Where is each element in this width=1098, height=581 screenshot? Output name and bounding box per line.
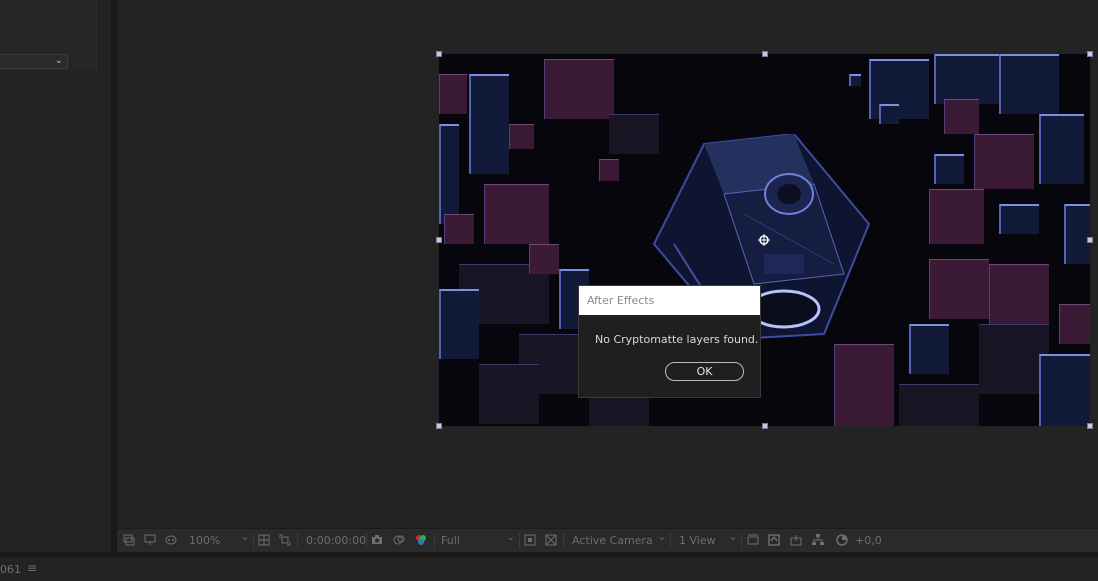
render-cube bbox=[509, 124, 534, 149]
exposure-value[interactable]: +0,0 bbox=[855, 533, 882, 549]
render-cube bbox=[1039, 354, 1090, 426]
render-cube bbox=[934, 54, 1004, 104]
render-cube bbox=[484, 184, 549, 244]
fast-draft-icon[interactable] bbox=[768, 534, 780, 546]
menu-icon[interactable]: ≡ bbox=[27, 561, 37, 575]
region-of-interest-icon[interactable] bbox=[279, 534, 291, 546]
render-cube bbox=[909, 324, 949, 374]
camera-value: Active Camera bbox=[572, 534, 653, 547]
dialog-message: No Cryptomatte layers found. bbox=[595, 333, 759, 346]
timecode-field[interactable]: 0:00:00:00 bbox=[297, 533, 367, 549]
render-cube bbox=[444, 214, 474, 244]
fast-previews-icon[interactable] bbox=[524, 534, 536, 546]
render-cube bbox=[469, 74, 509, 174]
resolution-dropdown[interactable]: Full ⌄ bbox=[434, 532, 520, 549]
render-cube bbox=[1064, 204, 1090, 264]
chevron-down-icon: ⌄ bbox=[54, 55, 63, 66]
timecode-value: 0:00:00:00 bbox=[306, 534, 367, 547]
layer-handle[interactable] bbox=[762, 51, 768, 57]
render-cube bbox=[999, 54, 1059, 114]
layer-handle[interactable] bbox=[436, 237, 442, 243]
layer-handle[interactable] bbox=[1087, 51, 1093, 57]
render-cube bbox=[439, 289, 479, 359]
grid-guides-icon[interactable] bbox=[258, 534, 270, 546]
chevron-down-icon: ⌄ bbox=[657, 532, 666, 543]
status-bar: 061 ≡ bbox=[0, 556, 1098, 581]
render-cube bbox=[944, 99, 979, 134]
transparency-grid-icon[interactable] bbox=[545, 534, 557, 546]
render-cube bbox=[929, 259, 989, 319]
layer-handle[interactable] bbox=[1087, 423, 1093, 429]
render-cube bbox=[999, 204, 1039, 234]
timeline-icon[interactable] bbox=[790, 534, 802, 546]
mask-visibility-icon[interactable] bbox=[165, 534, 177, 546]
zoom-value: 100% bbox=[189, 534, 221, 547]
reset-exposure-icon[interactable] bbox=[836, 534, 848, 546]
zoom-dropdown[interactable]: 100% ⌄ bbox=[183, 532, 254, 549]
color-channels-icon[interactable] bbox=[415, 534, 427, 546]
layer-handle[interactable] bbox=[436, 51, 442, 57]
layer-handle[interactable] bbox=[762, 423, 768, 429]
layer-handle[interactable] bbox=[1087, 237, 1093, 243]
always-preview-icon[interactable] bbox=[123, 534, 135, 546]
project-dropdown[interactable]: ⌄ bbox=[0, 54, 68, 69]
project-panel: ⌄ bbox=[0, 0, 97, 71]
view-layout-dropdown[interactable]: 1 View ⌄ bbox=[673, 532, 742, 549]
show-snapshot-icon[interactable] bbox=[393, 534, 405, 546]
render-cube bbox=[1059, 304, 1090, 344]
render-cube bbox=[834, 344, 894, 426]
render-cube bbox=[599, 159, 619, 181]
monitor-icon[interactable] bbox=[144, 534, 156, 546]
render-cube bbox=[529, 244, 559, 274]
camera-snapshot-icon[interactable] bbox=[371, 534, 383, 546]
render-cube bbox=[439, 124, 459, 224]
render-cube bbox=[974, 134, 1034, 189]
render-cube bbox=[929, 189, 984, 244]
ok-button[interactable]: OK bbox=[665, 362, 744, 381]
dialog-title: After Effects bbox=[579, 286, 760, 315]
render-cube bbox=[479, 364, 539, 424]
status-value: 061 bbox=[0, 563, 21, 576]
chevron-down-icon: ⌄ bbox=[728, 532, 737, 543]
viewer-toolbar: 100% ⌄ 0:00:00:00 Full ⌄ Active Camera ⌄… bbox=[117, 528, 1098, 552]
render-cube bbox=[934, 154, 964, 184]
flowchart-icon[interactable] bbox=[812, 534, 824, 546]
render-cube bbox=[899, 384, 979, 426]
render-cube bbox=[439, 74, 467, 114]
pixel-aspect-icon[interactable] bbox=[747, 534, 759, 546]
left-column bbox=[0, 70, 111, 528]
layer-handle[interactable] bbox=[436, 423, 442, 429]
render-cube bbox=[879, 104, 899, 124]
render-cube bbox=[849, 74, 861, 86]
chevron-down-icon: ⌄ bbox=[506, 532, 515, 543]
anchor-point-icon[interactable] bbox=[758, 234, 770, 246]
alert-dialog: After Effects No Cryptomatte layers foun… bbox=[578, 285, 761, 398]
render-cube bbox=[544, 59, 614, 119]
camera-dropdown[interactable]: Active Camera ⌄ bbox=[563, 532, 671, 549]
render-cube bbox=[989, 264, 1049, 324]
chevron-down-icon: ⌄ bbox=[240, 532, 249, 543]
resolution-value: Full bbox=[441, 534, 460, 547]
render-cube bbox=[1039, 114, 1084, 184]
view-layout-value: 1 View bbox=[679, 534, 716, 547]
render-cube bbox=[869, 59, 929, 119]
